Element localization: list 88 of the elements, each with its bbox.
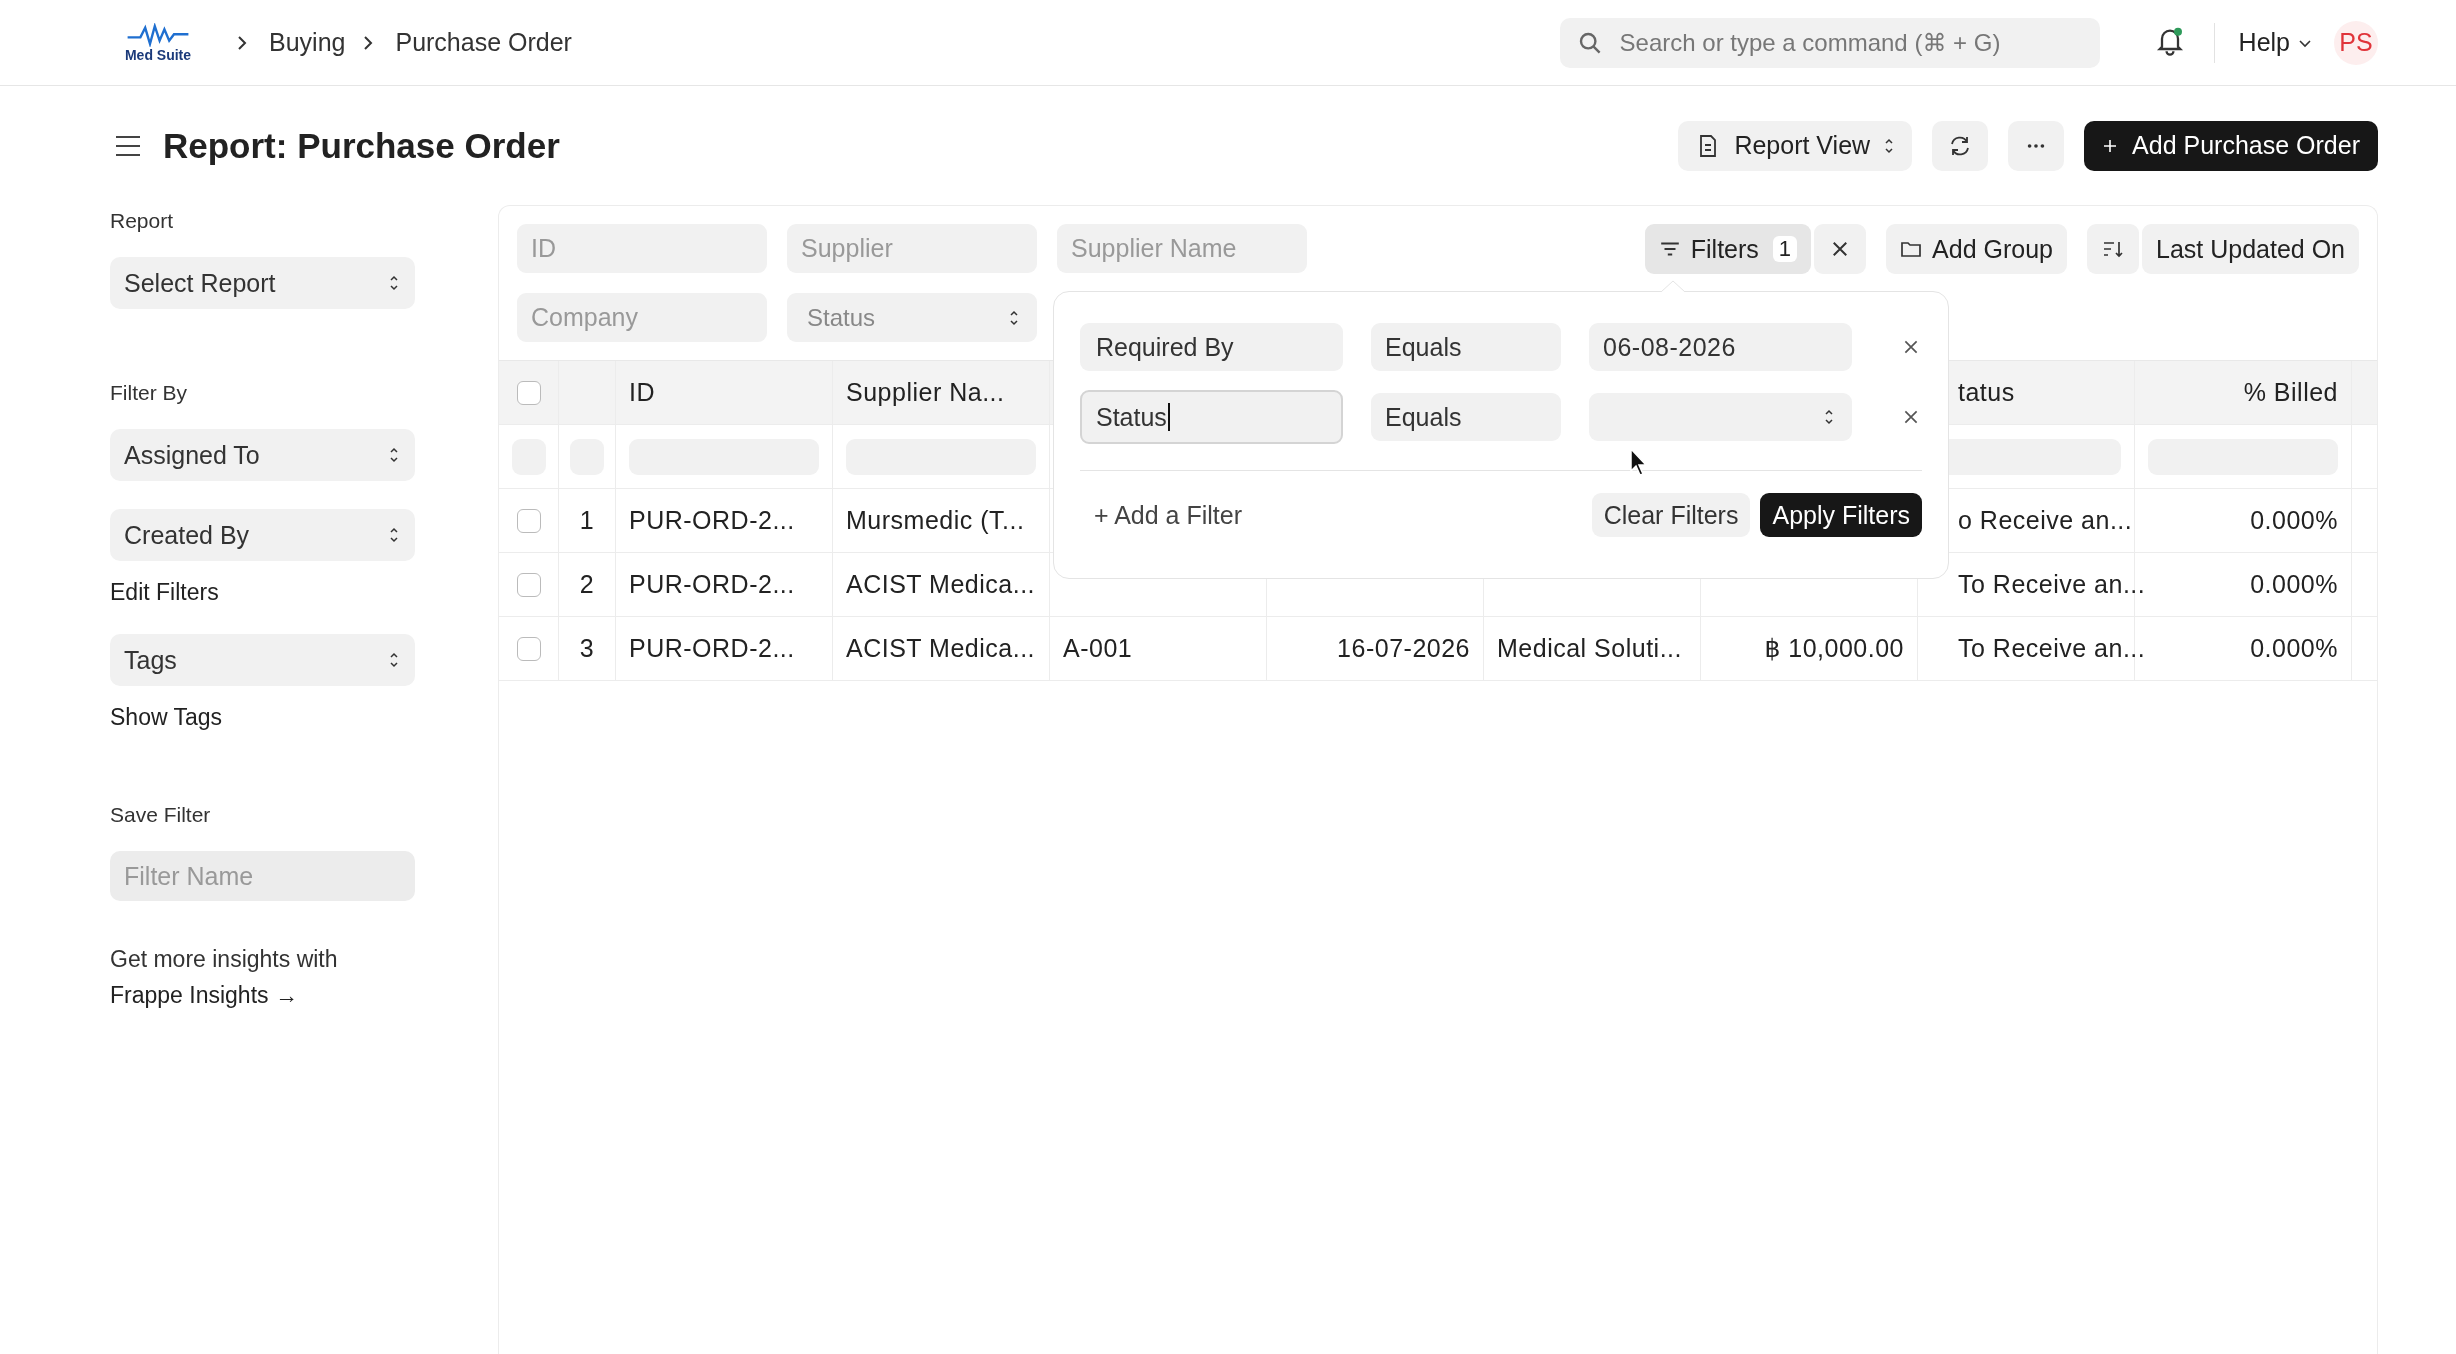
filter-field[interactable]: ID <box>517 224 767 273</box>
column-header[interactable]: tatus <box>1958 378 2015 407</box>
section-label: Filter By <box>110 381 188 405</box>
filter-value-field[interactable]: 06-08-2026 <box>1589 323 1852 371</box>
sidebar-link[interactable]: Show Tags <box>110 704 415 731</box>
menu-icon[interactable] <box>115 134 141 157</box>
insights-link[interactable]: Frappe Insights → <box>110 982 298 1008</box>
heartbeat-logo-icon <box>126 22 190 47</box>
select-dropdown[interactable]: Created By <box>110 509 415 561</box>
row-checkbox[interactable] <box>516 572 541 597</box>
row-checkbox[interactable] <box>516 508 541 533</box>
section-label: Save Filter <box>110 803 212 827</box>
breadcrumb-link[interactable]: Purchase Order <box>395 28 572 57</box>
row-checkbox[interactable] <box>516 636 541 661</box>
add-purchase-order-button[interactable]: Add Purchase Order <box>2084 120 2378 171</box>
select-dropdown[interactable]: Tags <box>110 634 415 686</box>
filter-field[interactable]: Company <box>517 293 767 342</box>
help-menu-button[interactable]: Help <box>2238 28 2312 57</box>
table-cell: Medical Soluti... <box>1497 634 1682 663</box>
filter-name-field[interactable]: Filter Name <box>110 851 415 901</box>
plus-icon <box>2102 137 2119 154</box>
table-cell: o Receive an... <box>1958 506 2133 535</box>
up-down-chevron-icon <box>389 526 399 544</box>
table-cell: 16-07-2026 <box>1337 634 1470 663</box>
page-title: Report: Purchase Order <box>163 125 560 166</box>
table-cell: To Receive an... <box>1958 634 2146 663</box>
select-dropdown[interactable]: Select Report <box>110 257 415 309</box>
filters-button[interactable]: Filters 1 <box>1644 224 1812 274</box>
section-label: Report <box>110 209 175 233</box>
table-cell: ฿ 10,000.00 <box>1764 634 1904 663</box>
table-cell: A-001 <box>1063 634 1133 663</box>
up-down-chevron-icon <box>1884 136 1895 155</box>
row-number: 2 <box>579 570 595 599</box>
caret-down-icon <box>2298 37 2312 48</box>
sidebar-link[interactable]: Edit Filters <box>110 579 415 606</box>
row-number: 3 <box>579 634 595 663</box>
chevron-right-icon <box>363 34 374 51</box>
table-cell: 0.000% <box>2250 506 2338 535</box>
up-down-chevron-icon <box>1824 408 1834 426</box>
remove-filter-icon[interactable] <box>1902 338 1920 356</box>
folder-icon <box>1900 239 1923 259</box>
chevron-right-icon <box>237 34 247 51</box>
filter-field-input[interactable]: Status <box>1080 390 1343 444</box>
remove-filter-icon[interactable] <box>1902 408 1920 426</box>
column-header[interactable]: % Billed <box>2243 378 2338 407</box>
up-down-chevron-icon <box>1009 308 1019 327</box>
table-cell: ACIST Medica... <box>846 570 1036 599</box>
table-cell: 0.000% <box>2250 634 2338 663</box>
report-view-button[interactable]: Report View <box>1678 120 1913 171</box>
up-down-chevron-icon <box>389 651 399 669</box>
search-field[interactable]: Search or type a command (⌘ + G) <box>1559 17 2100 68</box>
refresh-button[interactable] <box>1932 120 1989 171</box>
condition-select[interactable]: Equals <box>1371 393 1561 441</box>
clear-filters-button[interactable]: Clear Filters <box>1591 493 1751 537</box>
table-cell: ACIST Medica... <box>846 634 1036 663</box>
up-down-chevron-icon <box>389 274 399 292</box>
table-cell: PUR-ORD-2... <box>629 570 795 599</box>
table-cell: PUR-ORD-2... <box>629 506 795 535</box>
add-filter-link[interactable]: + Add a Filter <box>1094 500 1242 530</box>
breadcrumb-link[interactable]: Buying <box>269 28 346 57</box>
filter-field[interactable]: Supplier <box>787 224 1037 273</box>
select-all-checkbox[interactable] <box>516 380 541 405</box>
logo-text: Med Suite <box>124 46 192 63</box>
filter-value-select[interactable] <box>1589 393 1852 441</box>
table-cell: PUR-ORD-2... <box>629 634 795 663</box>
condition-select[interactable]: Equals <box>1371 323 1561 371</box>
promo-text: Get more insights with <box>110 945 339 974</box>
user-avatar[interactable]: PS <box>2334 20 2378 65</box>
filter-field[interactable]: Supplier Name <box>1057 224 1307 273</box>
row-number: 1 <box>579 506 595 535</box>
column-header[interactable]: ID <box>629 378 655 407</box>
filter-count-badge: 1 <box>1772 236 1798 262</box>
up-down-chevron-icon <box>389 446 399 464</box>
sort-field-button[interactable]: Last Updated On <box>2142 224 2359 274</box>
table-cell: Mursmedic (T... <box>846 506 1025 535</box>
table-cell: 0.000% <box>2250 570 2338 599</box>
filter-field-input[interactable]: Required By <box>1080 323 1343 371</box>
select-dropdown[interactable]: Assigned To <box>110 429 415 481</box>
sort-icon <box>2102 239 2124 259</box>
apply-filters-button[interactable]: Apply Filters <box>1760 493 1922 537</box>
clear-filters-button[interactable] <box>1814 224 1867 274</box>
column-header[interactable]: Supplier Na... <box>846 378 1005 407</box>
more-options-button[interactable] <box>2008 120 2065 171</box>
table-cell: To Receive an... <box>1958 570 2146 599</box>
add-group-button[interactable]: Add Group <box>1886 224 2067 274</box>
search-icon <box>1577 30 1602 55</box>
sort-direction-button[interactable] <box>2087 224 2139 274</box>
logo[interactable]: Med Suite <box>115 22 201 63</box>
